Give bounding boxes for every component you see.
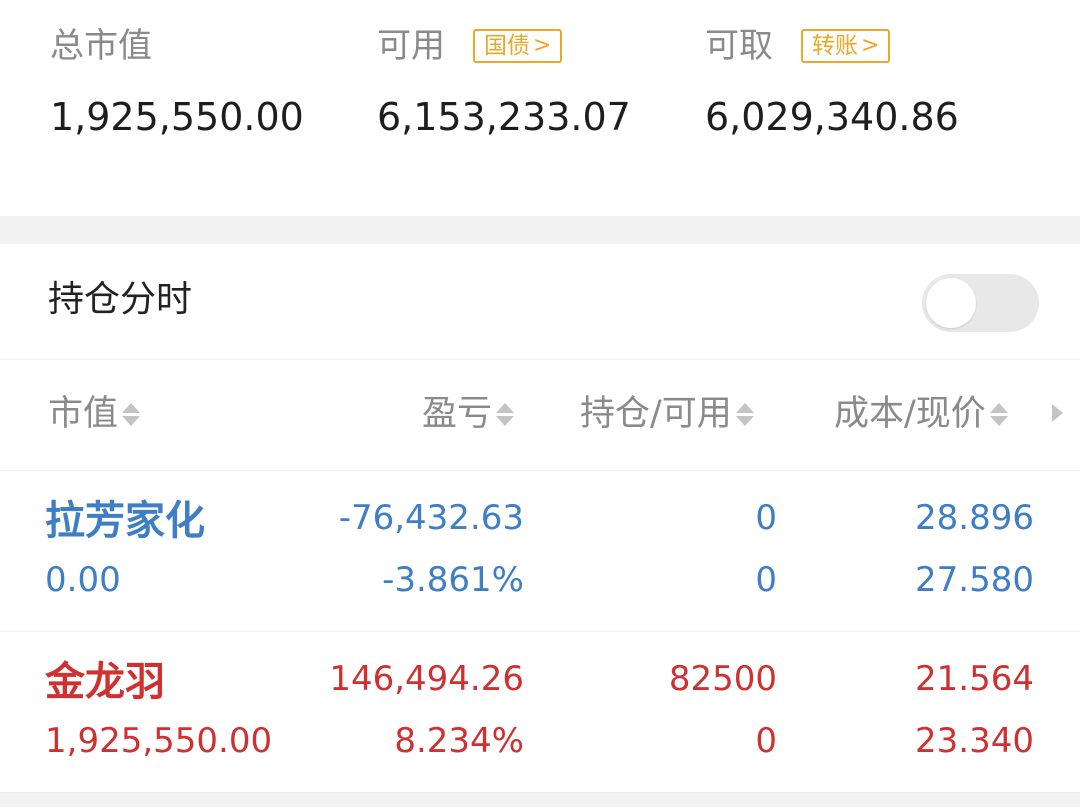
position-intraday-toggle[interactable] [922,274,1039,332]
table-row[interactable]: 金龙羽 1,925,550.00 146,494.26 8.234% 82500… [0,632,1080,793]
stock-pnl-pct: -3.861% [382,560,524,600]
header-pnl-label: 盈亏 [422,394,493,434]
transfer-button[interactable]: 转账 > [801,29,891,63]
stock-position: 0 [755,498,777,538]
scroll-right-icon[interactable] [1052,404,1063,422]
withdrawable-amount: 6,029,340.86 [705,95,959,139]
stock-pnl: 146,494.26 [329,659,524,699]
account-summary: 总市值 1,925,550.00 可用 国债 > 6,153,233.07 可取… [0,0,1080,216]
header-pnl[interactable]: 盈亏 [422,392,515,436]
market-value-label: 总市值 [50,26,152,66]
sort-icon [122,402,141,426]
stock-available: 0 [755,560,777,600]
transfer-label: 转账 [812,33,858,59]
header-position[interactable]: 持仓/可用 [580,392,754,436]
sort-icon [735,402,754,426]
stock-cost: 28.896 [915,498,1034,538]
header-market-value[interactable]: 市值 [48,392,141,436]
withdrawable-label: 可取 [705,26,773,66]
stock-position: 82500 [668,659,777,699]
chevron-right-icon: > [533,33,552,58]
table-header: 市值 盈亏 持仓/可用 成本/现价 [0,360,1080,471]
treasury-bond-label: 国债 [484,33,530,59]
position-intraday-row: 持仓分时 [0,244,1080,360]
stock-price: 23.340 [915,721,1034,761]
header-cost-price-label: 成本/现价 [834,394,986,434]
available-amount: 6,153,233.07 [377,95,631,139]
sort-icon [989,402,1008,426]
section-divider [0,793,1080,807]
treasury-bond-button[interactable]: 国债 > [473,29,563,63]
stock-pnl-pct: 8.234% [394,721,524,761]
stock-price: 27.580 [915,560,1034,600]
stock-name: 金龙羽 [45,659,165,705]
stock-available: 0 [755,721,777,761]
market-value-amount: 1,925,550.00 [50,95,304,139]
stock-market-value: 0.00 [45,560,121,600]
sort-icon [496,402,515,426]
stock-cost: 21.564 [915,659,1034,699]
stock-name: 拉芳家化 [45,498,205,544]
stock-market-value: 1,925,550.00 [45,721,273,761]
section-divider [0,216,1080,244]
header-position-label: 持仓/可用 [580,394,732,434]
header-market-value-label: 市值 [48,394,119,434]
toggle-knob [926,278,976,328]
table-row[interactable]: 拉芳家化 0.00 -76,432.63 -3.861% 0 0 28.896 … [0,471,1080,632]
chevron-right-icon: > [861,33,880,58]
available-label: 可用 [377,26,445,66]
stock-pnl: -76,432.63 [338,498,524,538]
header-cost-price[interactable]: 成本/现价 [834,392,1008,436]
position-intraday-label: 持仓分时 [48,279,193,320]
